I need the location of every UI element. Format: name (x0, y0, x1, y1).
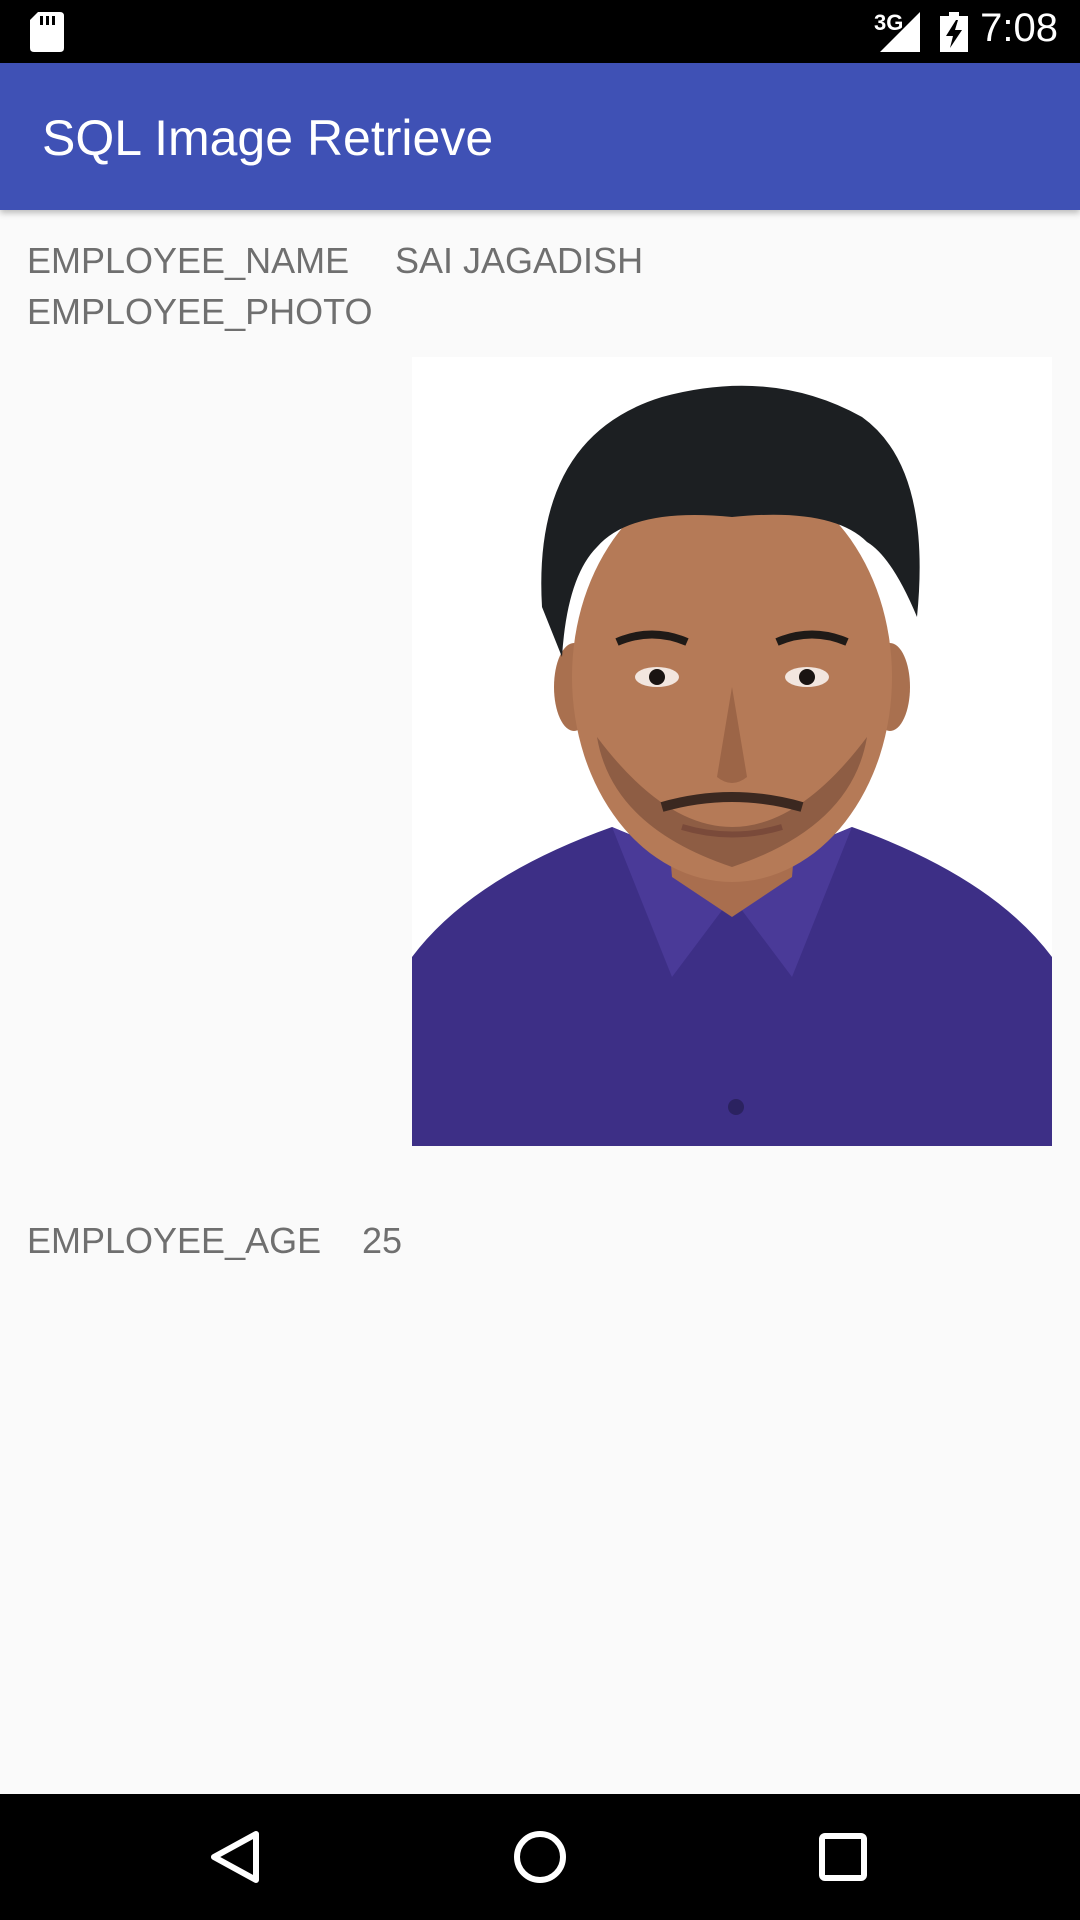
recents-icon[interactable] (808, 1822, 878, 1892)
employee-photo (412, 357, 1052, 1146)
app-title: SQL Image Retrieve (42, 110, 494, 166)
employee-age-label: EMPLOYEE_AGE (27, 1220, 322, 1261)
clock: 7:08 (980, 6, 1058, 50)
app-bar: SQL Image Retrieve (0, 63, 1080, 210)
employee-name-label: EMPLOYEE_NAME (27, 240, 350, 281)
battery-charging-icon (940, 12, 968, 52)
employee-portrait (412, 357, 1052, 1146)
status-bar: 3G 7:08 (0, 0, 1080, 63)
home-icon[interactable] (505, 1822, 575, 1892)
navigation-bar (0, 1794, 1080, 1920)
employee-age-value: 25 (362, 1220, 403, 1261)
employee-name-value: SAI JAGADISH (395, 240, 644, 281)
signal-icon (880, 12, 920, 52)
back-icon[interactable] (200, 1822, 270, 1892)
employee-photo-label: EMPLOYEE_PHOTO (27, 291, 373, 332)
sd-card-icon (30, 12, 64, 52)
